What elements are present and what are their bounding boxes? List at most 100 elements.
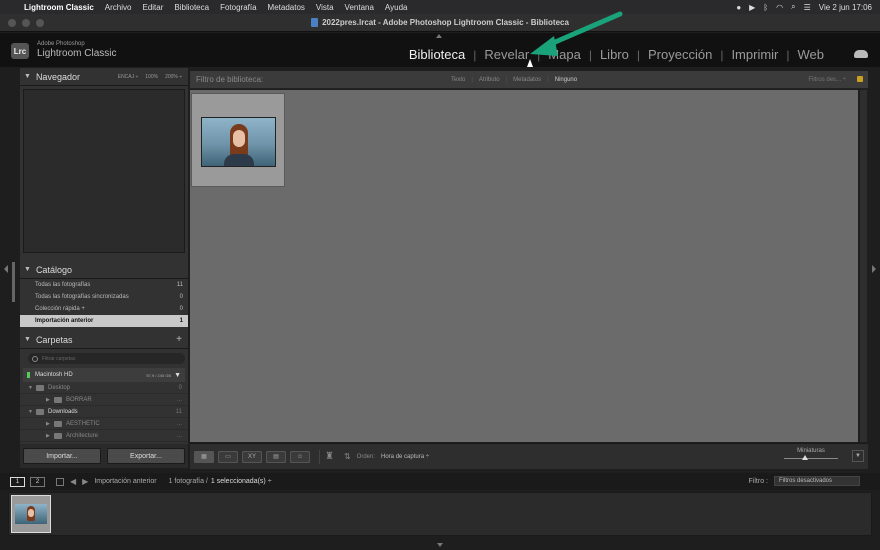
- zoom-window-button[interactable]: [36, 19, 44, 27]
- module-mapa[interactable]: Mapa: [540, 47, 589, 62]
- navigator-preview[interactable]: [23, 89, 185, 253]
- compare-view-button[interactable]: XY: [242, 450, 262, 463]
- menu-ayuda[interactable]: Ayuda: [385, 3, 408, 12]
- grid-view-button[interactable]: ▦: [194, 450, 214, 463]
- thumbnail-size-control: Miniaturas: [776, 448, 846, 460]
- filter-attribute[interactable]: Atributo: [473, 77, 506, 83]
- module-web[interactable]: Web: [790, 47, 833, 62]
- bluetooth-icon[interactable]: ᛒ: [763, 3, 768, 12]
- menu-ventana[interactable]: Ventana: [345, 3, 374, 12]
- record-icon[interactable]: ●: [736, 3, 741, 12]
- collapse-triangle-icon[interactable]: ▼: [24, 266, 31, 273]
- collapse-triangle-icon[interactable]: ▼: [24, 73, 31, 80]
- export-button[interactable]: Exportar...: [107, 448, 185, 464]
- spray-can-icon[interactable]: ♜: [325, 451, 334, 462]
- expand-triangle-icon[interactable]: ▶: [46, 397, 54, 403]
- folder-row-borrar[interactable]: ▶ BORRAR ...: [20, 394, 188, 406]
- left-panel-edge[interactable]: [12, 262, 15, 302]
- menu-editar[interactable]: Editar: [142, 3, 163, 12]
- filmstrip-source[interactable]: Importación anterior: [94, 478, 156, 485]
- menu-biblioteca[interactable]: Biblioteca: [174, 3, 209, 12]
- zoom-200[interactable]: 200% ÷: [165, 74, 182, 80]
- menu-metadatos[interactable]: Metadatos: [268, 3, 305, 12]
- filmstrip-filter-label: Filtro :: [748, 477, 768, 485]
- sort-direction-icon[interactable]: ⇅: [344, 452, 351, 461]
- forward-arrow-icon[interactable]: ▶: [82, 477, 88, 486]
- slider-thumb[interactable]: [802, 455, 809, 460]
- control-center-icon[interactable]: ☰: [804, 3, 811, 12]
- back-arrow-icon[interactable]: ◀: [70, 477, 76, 486]
- filmstrip[interactable]: [8, 492, 872, 536]
- folder-row-architecture[interactable]: ▶ Architecture ...: [20, 430, 188, 442]
- import-button[interactable]: Importar...: [23, 448, 101, 464]
- folder-row-downloads[interactable]: ▼ Downloads 11: [20, 406, 188, 418]
- folder-search-input[interactable]: Filtrar carpetas: [28, 353, 185, 364]
- filmstrip-filter: Filtro : Filtros desactivados: [749, 476, 860, 486]
- menu-app-name[interactable]: Lightroom Classic: [24, 3, 94, 12]
- catalog-item-quick-collection[interactable]: Colección rápida + 0: [20, 303, 188, 315]
- menu-archivo[interactable]: Archivo: [105, 3, 132, 12]
- grid-icon[interactable]: [56, 477, 64, 486]
- expand-triangle-icon[interactable]: ▶: [46, 421, 54, 427]
- search-icon[interactable]: ⌕: [791, 2, 795, 12]
- catalog-item-previous-import[interactable]: Importación anterior 1: [20, 315, 188, 327]
- folder-count: ...: [176, 420, 182, 427]
- zoom-100[interactable]: 100%: [145, 74, 158, 80]
- selection-count[interactable]: 1 seleccionada(s) ÷: [211, 478, 272, 485]
- right-panel-toggle-icon[interactable]: [872, 265, 876, 273]
- people-view-button[interactable]: ☺: [290, 450, 310, 463]
- wifi-icon[interactable]: ◠: [776, 3, 783, 12]
- grid-view[interactable]: [190, 90, 858, 442]
- filter-presets-dropdown[interactable]: Filtros des... ÷: [808, 77, 846, 83]
- module-proyeccion[interactable]: Proyección: [640, 47, 720, 62]
- catalog-item-synced[interactable]: Todas las fotografías sincronizadas 0: [20, 291, 188, 303]
- volume-macintosh-hd[interactable]: Macintosh HD 57,9 / 245 GB ▼: [23, 368, 185, 382]
- catalog-item-all-photos[interactable]: Todas las fotografías 11: [20, 279, 188, 291]
- minimize-window-button[interactable]: [22, 19, 30, 27]
- menu-vista[interactable]: Vista: [316, 3, 334, 12]
- catalog-item-count: 11: [176, 282, 183, 288]
- expand-triangle-icon[interactable]: ▶: [46, 433, 54, 439]
- expand-triangle-icon[interactable]: ▼: [28, 409, 36, 415]
- clock[interactable]: Vie 2 jun 17:06: [819, 3, 872, 12]
- toolbar-options-dropdown-icon[interactable]: ▼: [852, 450, 864, 462]
- close-window-button[interactable]: [8, 19, 16, 27]
- sort-dropdown[interactable]: Hora de captura ÷: [381, 454, 429, 460]
- folders-header[interactable]: ▼ Carpetas +: [20, 331, 188, 349]
- cloud-sync-icon[interactable]: [854, 50, 868, 58]
- filmstrip-filter-dropdown[interactable]: Filtros desactivados: [774, 476, 860, 486]
- menu-fotografia[interactable]: Fotografía: [220, 3, 256, 12]
- collapse-triangle-icon[interactable]: ▼: [24, 336, 31, 343]
- bottom-panel-toggle-icon[interactable]: [437, 543, 443, 547]
- module-biblioteca[interactable]: Biblioteca: [401, 47, 473, 62]
- top-panel-toggle-icon[interactable]: [436, 34, 442, 38]
- filmstrip-cell[interactable]: [11, 495, 51, 533]
- survey-view-button[interactable]: ▤: [266, 450, 286, 463]
- main-screen-button[interactable]: 1: [10, 476, 25, 487]
- catalog-header[interactable]: ▼ Catálogo: [20, 261, 188, 279]
- grid-cell[interactable]: [191, 93, 285, 187]
- filmstrip-thumbnail[interactable]: [15, 504, 47, 524]
- lock-icon[interactable]: [857, 76, 863, 82]
- expand-triangle-icon[interactable]: ▼: [28, 385, 36, 391]
- module-picker: Biblioteca | Revelar | Mapa | Libro | Proyec…: [401, 47, 832, 62]
- left-panel-toggle-icon[interactable]: [4, 265, 8, 273]
- module-imprimir[interactable]: Imprimir: [723, 47, 786, 62]
- loupe-view-button[interactable]: ▭: [218, 450, 238, 463]
- filter-metadata[interactable]: Metadatos: [507, 77, 547, 83]
- add-folder-icon[interactable]: +: [176, 334, 182, 345]
- folder-row-desktop[interactable]: ▼ Desktop 0: [20, 382, 188, 394]
- play-icon[interactable]: ▶: [749, 3, 755, 12]
- second-screen-button[interactable]: 2: [30, 476, 45, 487]
- volume-dropdown-icon[interactable]: ▼: [174, 372, 181, 379]
- navigator-header[interactable]: ▼ Navegador ENCAJ ÷ 100% 200% ÷: [20, 68, 188, 86]
- filter-text[interactable]: Texto: [445, 77, 471, 83]
- zoom-fit[interactable]: ENCAJ ÷: [118, 74, 139, 80]
- module-libro[interactable]: Libro: [592, 47, 637, 62]
- thumbnail-size-slider[interactable]: [784, 455, 838, 460]
- grid-scrollbar[interactable]: [860, 90, 867, 442]
- folder-name: BORRAR: [66, 396, 92, 403]
- photo-thumbnail[interactable]: [201, 117, 276, 167]
- folder-row-aesthetic[interactable]: ▶ AESTHETIC ...: [20, 418, 188, 430]
- filter-none[interactable]: Ninguno: [549, 77, 583, 83]
